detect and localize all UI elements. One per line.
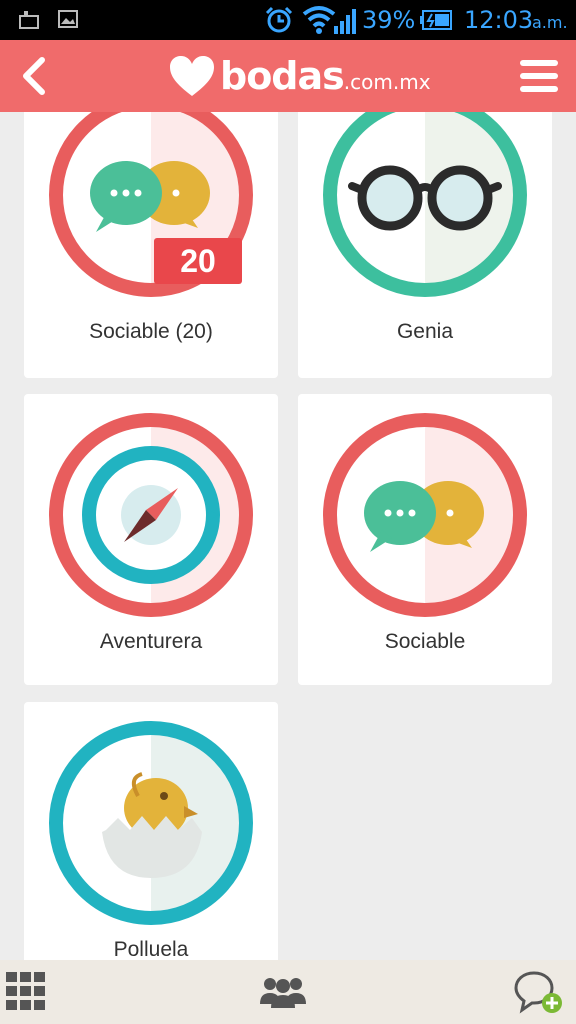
badge-card[interactable]: 20 Sociable (20) xyxy=(24,112,278,378)
badge-card[interactable]: Genia xyxy=(298,112,552,378)
battery-icon xyxy=(420,10,452,30)
badge-label: Sociable xyxy=(384,630,466,653)
count-badge: 20 xyxy=(154,238,242,284)
status-bar: 39% 12:03 a.m. xyxy=(0,0,576,40)
badge-label: Polluela xyxy=(113,938,189,960)
badge-card[interactable]: Sociable xyxy=(298,394,552,685)
badge-genia xyxy=(323,112,527,297)
add-comment-icon[interactable] xyxy=(514,970,564,1014)
badge-card[interactable]: Aventurera xyxy=(24,394,278,685)
logo-domain: .com.mx xyxy=(343,70,431,94)
users-icon[interactable] xyxy=(258,974,308,1008)
app-bar: bodas .com.mx xyxy=(0,40,576,112)
clock: 12:03 xyxy=(464,6,534,34)
badge-label: Aventurera xyxy=(99,630,203,653)
back-arrow-icon[interactable] xyxy=(14,52,54,100)
compass-icon xyxy=(82,446,220,584)
battery-percent: 39% xyxy=(362,6,416,34)
bottom-nav xyxy=(0,960,576,1024)
heart-logo-icon xyxy=(170,56,214,96)
svg-text:20: 20 xyxy=(180,243,216,279)
screenshot-icon xyxy=(19,11,39,29)
badge-label: Genia xyxy=(396,320,454,343)
image-icon xyxy=(58,10,78,28)
badge-card[interactable]: Polluela xyxy=(24,702,278,960)
app-logo[interactable]: bodas .com.mx xyxy=(168,50,431,102)
badge-sociable-20: 20 xyxy=(49,112,253,297)
alarm-icon xyxy=(265,6,293,33)
signal-icon xyxy=(334,9,356,34)
badge-sociable xyxy=(323,413,527,617)
badges-grid: 20 Sociable (20) Genia Aventurera Sociab… xyxy=(0,112,576,960)
clock-ampm: a.m. xyxy=(532,13,568,32)
hamburger-menu-icon[interactable] xyxy=(518,56,560,96)
logo-text: bodas xyxy=(220,54,345,98)
wifi-icon xyxy=(302,6,336,34)
badge-aventurera xyxy=(49,413,253,617)
badge-polluela xyxy=(49,721,253,925)
grid-icon[interactable] xyxy=(6,972,46,1010)
badge-label: Sociable (20) xyxy=(89,320,213,343)
